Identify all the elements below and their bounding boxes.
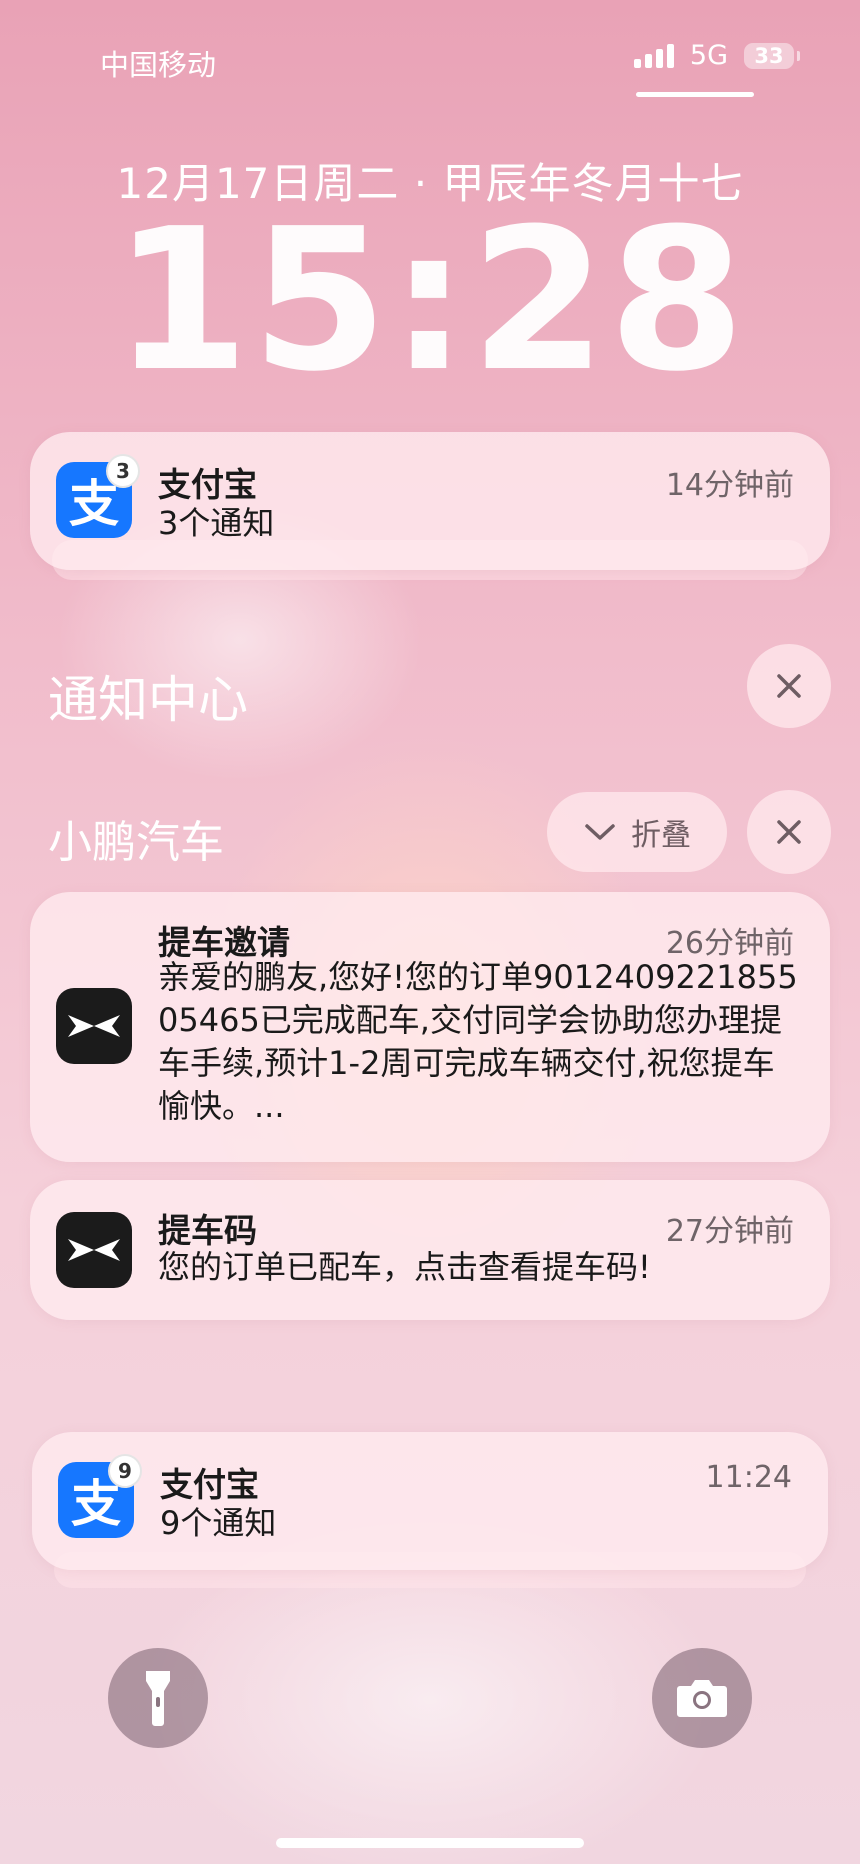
alipay-app-icon: 支 3 (56, 454, 140, 538)
xpeng-logo-icon (68, 1015, 120, 1037)
status-bar: 中国移动 5G 33 (0, 0, 860, 110)
notification-summary: 9个通知 (160, 1504, 277, 1542)
battery-icon: 33 (744, 42, 800, 69)
flashlight-icon (146, 1671, 170, 1726)
close-icon (777, 674, 801, 698)
alipay-app-icon: 支 9 (58, 1454, 142, 1538)
notification-title: 提车码 (158, 1211, 257, 1250)
clear-group-button[interactable] (747, 790, 831, 874)
carrier-label: 中国移动 (100, 48, 217, 82)
collapse-label: 折叠 (631, 818, 691, 853)
clear-all-button[interactable] (747, 644, 831, 728)
notification-time: 11:24 (705, 1460, 792, 1495)
notification-body: 亲爱的鹏友,您好!您的订单901240922185505465已完成配车,交付同… (158, 958, 798, 1125)
control-center-grabber[interactable] (636, 92, 754, 97)
notification-alipay-bottom[interactable]: 支 9 支付宝 11:24 9个通知 (32, 1432, 828, 1570)
collapse-group-button[interactable]: 折叠 (547, 792, 727, 872)
flashlight-button[interactable] (108, 1648, 208, 1748)
status-indicators: 5G 33 (633, 40, 800, 71)
notification-xpeng-pickup-invite[interactable]: 提车邀请 26分钟前 亲爱的鹏友,您好!您的订单9012409221855054… (30, 892, 830, 1162)
xpeng-logo-icon (68, 1239, 120, 1261)
notification-summary: 3个通知 (158, 504, 275, 542)
notification-time: 14分钟前 (665, 468, 794, 503)
camera-button[interactable] (652, 1648, 752, 1748)
close-icon (777, 820, 801, 844)
notification-time: 27分钟前 (665, 1214, 794, 1249)
app-group-title: 小鹏汽车 (48, 817, 224, 868)
lockscreen-time: 15:28 (113, 187, 747, 415)
notification-app-name: 支付宝 (158, 465, 257, 504)
notification-xpeng-pickup-code[interactable]: 提车码 27分钟前 您的订单已配车，点击查看提车码! (30, 1180, 830, 1320)
notification-count-badge: 9 (108, 1454, 142, 1488)
xpeng-app-icon (56, 1212, 132, 1288)
notification-center-title: 通知中心 (48, 671, 248, 729)
battery-level: 33 (754, 43, 784, 68)
camera-icon (677, 1680, 727, 1717)
notification-app-name: 支付宝 (160, 1465, 259, 1504)
home-indicator[interactable] (276, 1838, 584, 1848)
notification-alipay-top[interactable]: 支 3 支付宝 14分钟前 3个通知 (30, 432, 830, 570)
network-type: 5G (689, 40, 728, 71)
notification-body: 您的订单已配车，点击查看提车码! (158, 1248, 651, 1286)
notification-count-badge: 3 (106, 454, 140, 488)
chevron-down-icon (585, 824, 615, 840)
xpeng-app-icon (56, 988, 132, 1064)
cellular-signal-icon (633, 43, 674, 68)
